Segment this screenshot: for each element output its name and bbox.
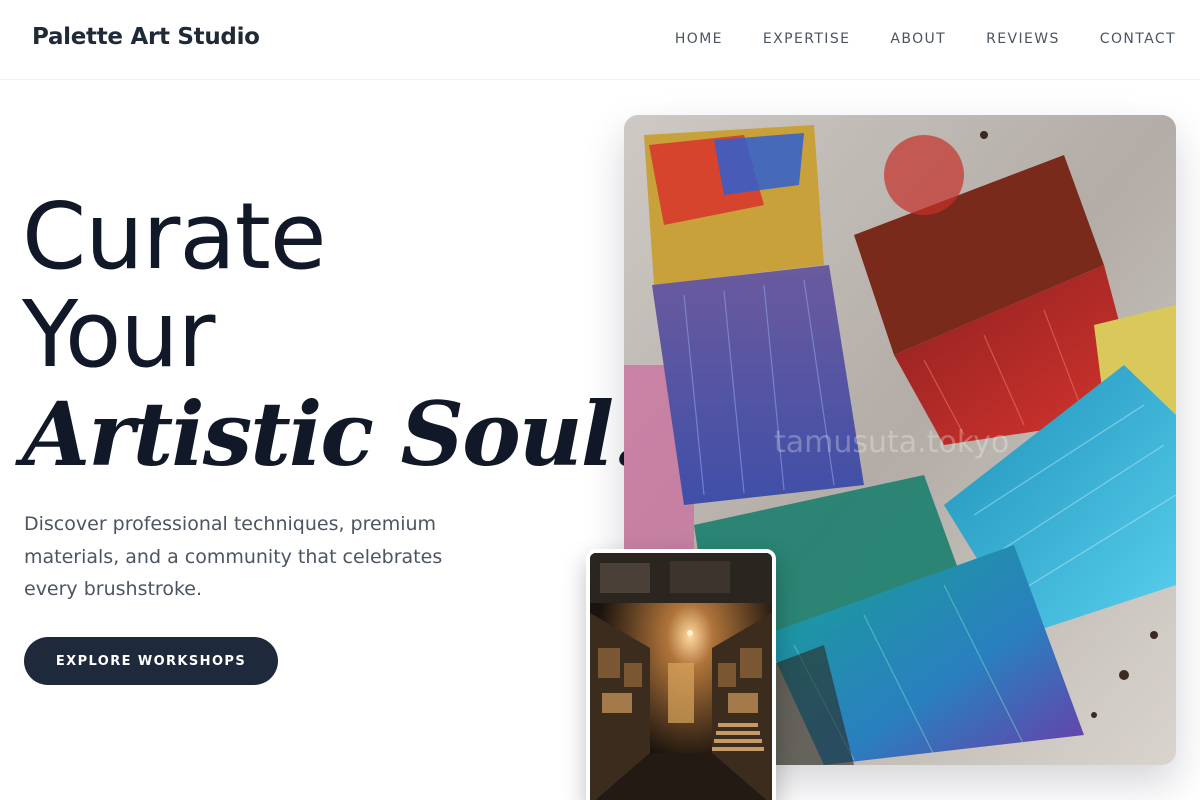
headline-line-2: Your: [22, 281, 215, 388]
gallery-interior-illustration: [590, 553, 772, 800]
hero-description: Discover professional techniques, premiu…: [24, 513, 443, 600]
brand-logo-text[interactable]: Palette Art Studio: [32, 24, 260, 50]
gallery-interior-photo: [586, 549, 776, 800]
nav-link-contact[interactable]: CONTACT: [1100, 31, 1176, 47]
hero-headline: Curate Your Artistic Soul.: [22, 183, 643, 486]
headline-line-1: Curate: [22, 183, 326, 290]
nav-link-reviews[interactable]: REVIEWS: [986, 31, 1060, 47]
image-watermark: tamusuta.tokyo: [774, 425, 1010, 460]
headline-italic-line: Artistic Soul.: [22, 382, 643, 486]
explore-workshops-button[interactable]: EXPLORE WORKSHOPS: [24, 637, 278, 685]
main-nav: HOME EXPERTISE ABOUT REVIEWS CONTACT: [635, 31, 1176, 47]
nav-link-home[interactable]: HOME: [675, 31, 723, 47]
nav-link-about[interactable]: ABOUT: [890, 31, 946, 47]
top-navbar: Palette Art Studio HOME EXPERTISE ABOUT …: [0, 0, 1200, 80]
nav-link-expertise[interactable]: EXPERTISE: [763, 31, 850, 47]
